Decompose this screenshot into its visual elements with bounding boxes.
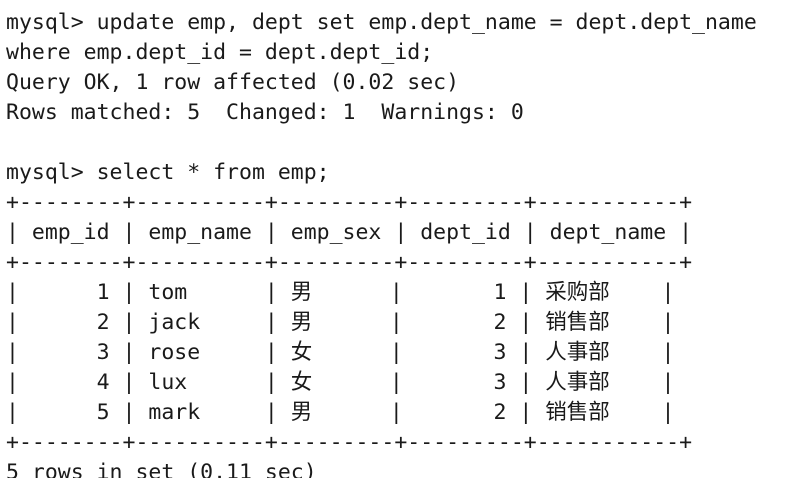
table-border-top: +--------+----------+---------+---------… (6, 190, 693, 215)
table-row: | 4 | lux | 女 | 3 | 人事部 | (6, 370, 675, 395)
table-border-header: +--------+----------+---------+---------… (6, 250, 693, 275)
terminal-line-rows-in-set: 5 rows in set (0.11 sec) (6, 460, 317, 478)
table-row: | 2 | jack | 男 | 2 | 销售部 | (6, 310, 675, 335)
terminal-line-query-ok: Query OK, 1 row affected (0.02 sec) (6, 70, 460, 95)
terminal-line-update-command: mysql> update emp, dept set emp.dept_nam… (6, 10, 757, 35)
table-row: | 3 | rose | 女 | 3 | 人事部 | (6, 340, 675, 365)
terminal-window[interactable]: mysql> update emp, dept set emp.dept_nam… (0, 0, 802, 478)
table-header-row: | emp_id | emp_name | emp_sex | dept_id … (6, 220, 693, 245)
table-row: | 5 | mark | 男 | 2 | 销售部 | (6, 400, 675, 425)
terminal-line-where-clause: where emp.dept_id = dept.dept_id; (6, 40, 434, 65)
table-row: | 1 | tom | 男 | 1 | 采购部 | (6, 280, 675, 305)
table-border-bottom: +--------+----------+---------+---------… (6, 430, 693, 455)
terminal-line-rows-matched: Rows matched: 5 Changed: 1 Warnings: 0 (6, 100, 524, 125)
terminal-line-select-command: mysql> select * from emp; (6, 160, 330, 185)
